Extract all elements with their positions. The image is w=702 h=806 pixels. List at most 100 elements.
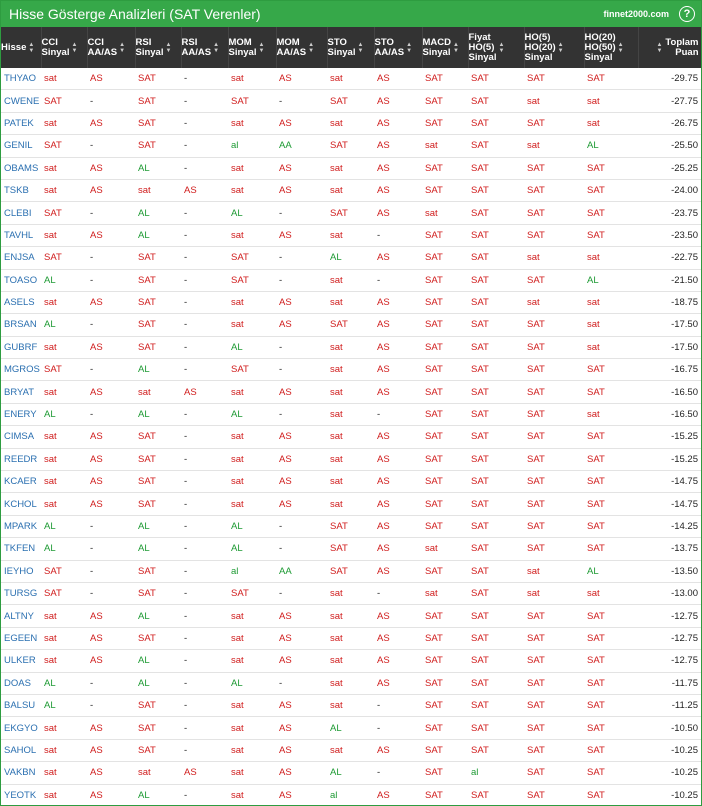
- stock-symbol-link[interactable]: GENIL: [1, 134, 41, 158]
- stock-symbol-link[interactable]: IEYHO: [1, 560, 41, 583]
- table-row[interactable]: BALSU AL - SAT - sat AS sat - SAT SAT SAT SAT -11.25: [1, 694, 701, 718]
- table-row[interactable]: VAKBN sat AS sat AS sat AS AL - SAT al SAT SAT -10.25: [1, 761, 701, 785]
- table-row[interactable]: GUBRF sat AS SAT - AL - sat AS SAT SAT SAT sat -17.50: [1, 336, 701, 360]
- table-row[interactable]: ULKER sat AS AL - sat AS sat AS SAT SAT SAT SAT -12.7…: [1, 649, 701, 673]
- stock-symbol-link[interactable]: TAVHL: [1, 224, 41, 248]
- stock-symbol-link[interactable]: KCAER: [1, 470, 41, 494]
- column-header-rsi-sinyal[interactable]: RSI Sinyal ▲ ▼: [135, 27, 182, 68]
- sort-arrows-icon[interactable]: ▲ ▼: [406, 42, 412, 54]
- stock-symbol-link[interactable]: CIMSA: [1, 425, 41, 449]
- table-row[interactable]: REEDR sat AS SAT - sat AS sat AS SAT SAT SAT SAT -15.…: [1, 448, 701, 472]
- sort-arrows-icon[interactable]: ▲ ▼: [499, 42, 505, 54]
- table-row[interactable]: KCHOL sat AS SAT - sat AS sat AS SAT SAT SAT SAT -14.…: [1, 492, 701, 516]
- stock-symbol-link[interactable]: ENJSA: [1, 246, 41, 270]
- stock-symbol-link[interactable]: KCHOL: [1, 492, 41, 516]
- stock-symbol-link[interactable]: GUBRF: [1, 336, 41, 360]
- sort-arrows-icon[interactable]: ▲ ▼: [259, 42, 265, 54]
- stock-symbol-link[interactable]: MGROS: [1, 358, 41, 382]
- table-row[interactable]: EKGYO sat AS SAT - sat AS AL - SAT SAT SAT SAT -10.50: [1, 716, 701, 740]
- column-header-hisse[interactable]: Hisse ▲ ▼: [1, 27, 42, 68]
- column-header-cci-sinyal[interactable]: CCI Sinyal ▲ ▼: [41, 27, 88, 68]
- table-row[interactable]: MGROS SAT - AL - SAT - sat AS SAT SAT SAT SAT -16.75: [1, 358, 701, 382]
- table-row[interactable]: ALTNY sat AS AL - sat AS sat AS SAT SAT SAT SAT -12.7…: [1, 604, 701, 628]
- table-row[interactable]: IEYHO SAT - SAT - al AA SAT AS SAT SAT sat AL -13.50: [1, 560, 701, 583]
- column-header-cci-aa-as[interactable]: CCI AA/AS ▲ ▼: [87, 27, 136, 68]
- stock-symbol-link[interactable]: TKFEN: [1, 537, 41, 561]
- table-row[interactable]: YEOTK sat AS AL - sat AS al AS SAT SAT SAT SAT -10.25: [1, 784, 701, 805]
- column-header-ho-5-ho-20-sinyal[interactable]: HO(5) HO(20) Sinyal ▲ ▼: [524, 27, 585, 68]
- table-row[interactable]: BRYAT sat AS sat AS sat AS sat AS SAT SAT SAT SAT -16…: [1, 380, 701, 404]
- stock-symbol-link[interactable]: BALSU: [1, 694, 41, 718]
- table-row[interactable]: SAHOL sat AS SAT - sat AS sat AS SAT SAT SAT SAT -10.…: [1, 739, 701, 763]
- sort-arrows-icon[interactable]: ▲ ▼: [453, 42, 459, 54]
- column-header-sto-sinyal[interactable]: STO Sinyal ▲ ▼: [327, 27, 375, 68]
- signal-cell: sat: [41, 739, 87, 763]
- stock-symbol-link[interactable]: BRSAN: [1, 313, 41, 337]
- signal-cell: -: [181, 403, 228, 427]
- stock-symbol-link[interactable]: EKGYO: [1, 716, 41, 740]
- column-header-mom-sinyal[interactable]: MOM Sinyal ▲ ▼: [228, 27, 277, 68]
- column-header-rsi-aa-as[interactable]: RSI AA/AS ▲ ▼: [181, 27, 229, 68]
- stock-symbol-link[interactable]: SAHOL: [1, 739, 41, 763]
- stock-symbol-link[interactable]: VAKBN: [1, 761, 41, 785]
- sort-arrows-icon[interactable]: ▲ ▼: [656, 42, 662, 54]
- stock-symbol-link[interactable]: OBAMS: [1, 157, 41, 180]
- table-row[interactable]: TAVHL sat AS AL - sat AS sat - SAT SAT SAT SAT -23.50: [1, 224, 701, 248]
- table-row[interactable]: TOASO AL - SAT - SAT - sat - SAT SAT SAT AL -21.50: [1, 269, 701, 292]
- table-row[interactable]: BRSAN AL - SAT - sat AS SAT AS SAT SAT SAT sat -17.50: [1, 313, 701, 337]
- table-row[interactable]: EGEEN sat AS SAT - sat AS sat AS SAT SAT SAT SAT -12.…: [1, 627, 701, 651]
- stock-symbol-link[interactable]: ENERY: [1, 403, 41, 427]
- column-header-ho-20-ho-50-sinyal[interactable]: HO(20) HO(50) Sinyal ▲ ▼: [584, 27, 639, 68]
- table-row[interactable]: CIMSA sat AS SAT - sat AS sat AS SAT SAT SAT SAT -15.…: [1, 425, 701, 449]
- stock-symbol-link[interactable]: CLEBI: [1, 201, 41, 225]
- stock-symbol-link[interactable]: ASELS: [1, 291, 41, 315]
- sort-arrows-icon[interactable]: ▲ ▼: [119, 42, 125, 54]
- column-header-toplam-puan[interactable]: ▲ ▼ Toplam Puan: [638, 27, 701, 68]
- table-row[interactable]: MPARK AL - AL - AL - SAT AS SAT SAT SAT SAT -14.25: [1, 515, 701, 539]
- stock-symbol-link[interactable]: PATEK: [1, 112, 41, 136]
- sort-arrows-icon[interactable]: ▲ ▼: [28, 42, 34, 54]
- table-row[interactable]: TKFEN AL - AL - AL - SAT AS sat SAT SAT SAT -13.75: [1, 537, 701, 561]
- column-header-sto-aa-as[interactable]: STO AA/AS ▲ ▼: [374, 27, 423, 68]
- stock-symbol-link[interactable]: TSKB: [1, 179, 41, 203]
- column-header-macd-sinyal[interactable]: MACD Sinyal ▲ ▼: [422, 27, 469, 68]
- stock-symbol-link[interactable]: ALTNY: [1, 604, 41, 628]
- table-row[interactable]: THYAO sat AS SAT - sat AS sat AS SAT SAT SAT SAT -29.…: [1, 68, 701, 91]
- table-row[interactable]: DOAS AL - AL - AL - sat AS SAT SAT SAT SAT -11.75: [1, 672, 701, 695]
- sort-arrows-icon[interactable]: ▲ ▼: [72, 42, 78, 54]
- brand-link[interactable]: finnet2000.com: [603, 9, 669, 19]
- table-row[interactable]: KCAER sat AS SAT - sat AS sat AS SAT SAT SAT SAT -14.…: [1, 470, 701, 494]
- signal-cell: -: [181, 672, 228, 695]
- stock-symbol-link[interactable]: MPARK: [1, 515, 41, 539]
- stock-symbol-link[interactable]: EGEEN: [1, 627, 41, 651]
- sort-arrows-icon[interactable]: ▲ ▼: [166, 42, 172, 54]
- sort-arrows-icon[interactable]: ▲ ▼: [308, 42, 314, 54]
- table-row[interactable]: ENJSA SAT - SAT - SAT - AL AS SAT SAT sat sat -22.75: [1, 246, 701, 270]
- stock-symbol-link[interactable]: DOAS: [1, 672, 41, 695]
- sort-arrows-icon[interactable]: ▲ ▼: [213, 42, 219, 54]
- sort-arrows-icon[interactable]: ▲ ▼: [558, 42, 564, 54]
- table-row[interactable]: CWENE SAT - SAT - SAT - SAT AS SAT SAT sat sat -27.75: [1, 89, 701, 113]
- stock-symbol-link[interactable]: THYAO: [1, 68, 41, 91]
- table-row[interactable]: PATEK sat AS SAT - sat AS sat AS SAT SAT SAT sat -26.…: [1, 112, 701, 136]
- stock-symbol-link[interactable]: YEOTK: [1, 784, 41, 805]
- stock-symbol-link[interactable]: BRYAT: [1, 380, 41, 404]
- signal-cell: SAT: [135, 560, 181, 583]
- table-row[interactable]: ASELS sat AS SAT - sat AS sat AS SAT SAT sat sat -18.…: [1, 291, 701, 315]
- column-header-mom-aa-as[interactable]: MOM AA/AS ▲ ▼: [276, 27, 328, 68]
- sort-arrows-icon[interactable]: ▲ ▼: [358, 42, 364, 54]
- column-header-fiyat-ho-5-sinyal[interactable]: Fiyat HO(5) Sinyal ▲ ▼: [468, 27, 525, 68]
- table-row[interactable]: GENIL SAT - SAT - al AA SAT AS sat SAT sat AL -25.50: [1, 134, 701, 158]
- stock-symbol-link[interactable]: TURSG: [1, 582, 41, 606]
- stock-symbol-link[interactable]: CWENE: [1, 89, 41, 113]
- table-row[interactable]: TURSG SAT - SAT - SAT - sat - sat SAT sat sat -13.00: [1, 582, 701, 606]
- table-row[interactable]: OBAMS sat AS AL - sat AS sat AS SAT SAT SAT SAT -25.2…: [1, 157, 701, 180]
- table-row[interactable]: CLEBI SAT - AL - AL - SAT AS sat SAT SAT SAT -23.75: [1, 201, 701, 225]
- stock-symbol-link[interactable]: TOASO: [1, 269, 41, 292]
- help-icon[interactable]: ?: [679, 6, 695, 22]
- table-row[interactable]: TSKB sat AS sat AS sat AS sat AS SAT SAT SAT SAT -24.…: [1, 179, 701, 203]
- sort-arrows-icon[interactable]: ▲ ▼: [618, 42, 624, 54]
- table-row[interactable]: ENERY AL - AL - AL - sat - SAT SAT SAT sat -16.50: [1, 403, 701, 427]
- stock-symbol-link[interactable]: REEDR: [1, 448, 41, 472]
- stock-symbol-link[interactable]: ULKER: [1, 649, 41, 673]
